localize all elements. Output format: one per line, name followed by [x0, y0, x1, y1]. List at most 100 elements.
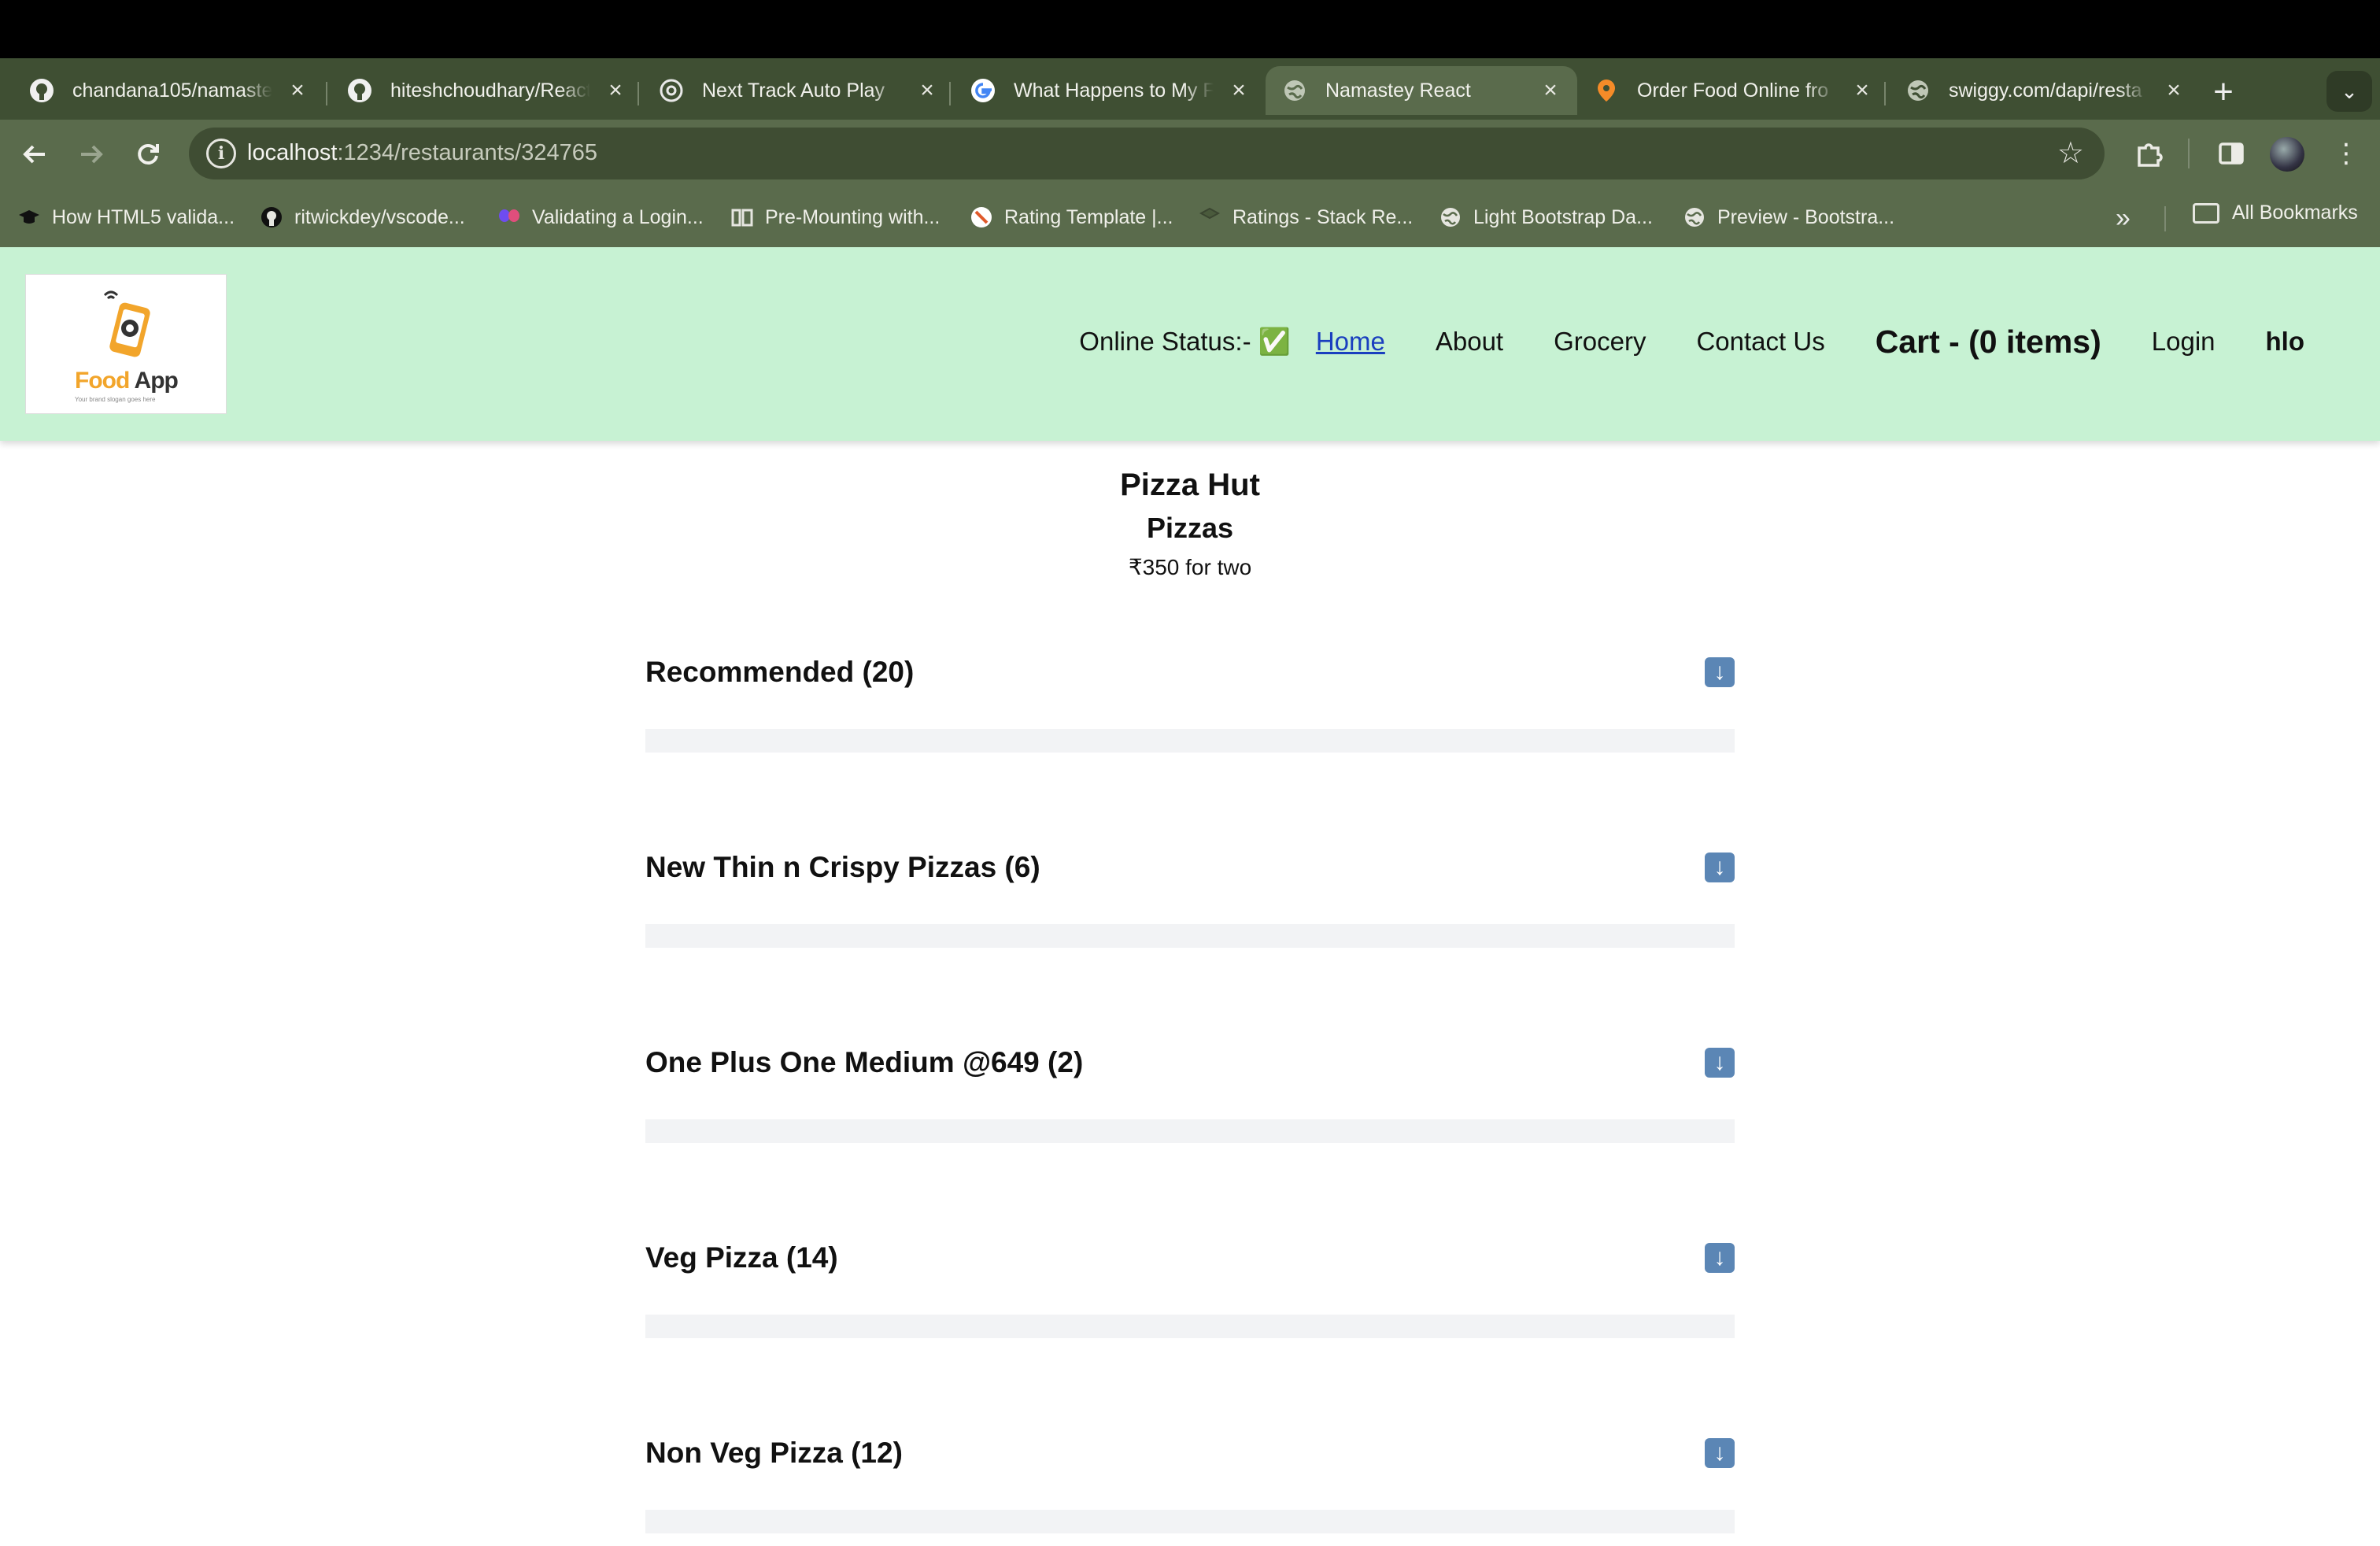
tab-what-happens[interactable]: What Happens to My F × [954, 66, 1266, 115]
url-host: localhost [247, 140, 338, 165]
nav-cart-link[interactable]: Cart - (0 items) [1876, 324, 2101, 361]
tab-swiggy-api[interactable]: swiggy.com/dapi/resta × [1889, 66, 2201, 115]
logo-tagline: Your brand slogan goes here [75, 396, 156, 403]
tab-title: swiggy.com/dapi/resta [1949, 79, 2142, 102]
bookmark-label: Preview - Bootstra... [1717, 205, 1895, 228]
address-bar[interactable]: i localhost:1234/restaurants/324765 ☆ [189, 128, 2105, 179]
toolbar-divider [2188, 139, 2190, 168]
globe-icon [1905, 77, 1931, 104]
tab-title: Order Food Online fro [1637, 79, 1829, 102]
browser-toolbar: i localhost:1234/restaurants/324765 ☆ ⋮ [0, 120, 2380, 187]
back-button[interactable] [16, 135, 54, 173]
github-icon [260, 205, 283, 229]
category-header[interactable]: New Thin n Crispy Pizzas (6) ↓ [645, 836, 1735, 899]
chevron-double-right-icon[interactable]: » [2116, 203, 2131, 234]
bookmark-item[interactable]: Ratings - Stack Re... [1198, 202, 1413, 233]
bookmark-label: Ratings - Stack Re... [1232, 205, 1414, 228]
stack-icon [1198, 205, 1221, 229]
arrow-down-icon[interactable]: ↓ [1705, 1243, 1735, 1273]
bookmark-label: Validating a Login... [532, 205, 704, 228]
arrow-down-icon[interactable]: ↓ [1705, 1438, 1735, 1468]
extensions-icon[interactable] [2130, 134, 2169, 173]
bookmark-item[interactable]: Rating Template |... [970, 202, 1173, 233]
close-icon[interactable]: × [2161, 77, 2186, 104]
bookmark-item[interactable]: ritwickdey/vscode... [260, 202, 465, 233]
site-info-icon[interactable]: i [206, 139, 236, 168]
logo[interactable]: Food App Your brand slogan goes here [25, 274, 227, 414]
bookmark-item[interactable]: Validating a Login... [497, 202, 704, 233]
url-path: :1234/restaurants/324765 [337, 140, 597, 165]
more-menu-icon[interactable]: ⋮ [2326, 134, 2366, 173]
arrow-down-icon[interactable]: ↓ [1705, 1048, 1735, 1078]
category-header[interactable]: Recommended (20) ↓ [645, 641, 1735, 704]
bookmark-label: How HTML5 valida... [52, 205, 235, 228]
close-icon[interactable]: × [1850, 77, 1875, 104]
category-title: Non Veg Pizza (12) [645, 1437, 903, 1469]
arrow-down-icon[interactable]: ↓ [1705, 657, 1735, 687]
logo-word-app: App [134, 368, 179, 394]
restaurant-cost: ₹350 for two [1128, 555, 1252, 579]
tab-next-track[interactable]: Next Track Auto Play × [642, 66, 954, 115]
tab-separator [1884, 82, 1886, 105]
category-title: One Plus One Medium @649 (2) [645, 1046, 1084, 1078]
user-name: hlo [2265, 327, 2304, 356]
restaurant-name: Pizza Hut [1120, 468, 1260, 502]
tab-namastey-react[interactable]: Namastey React × [1266, 66, 1577, 115]
category-header[interactable]: Veg Pizza (14) ↓ [645, 1226, 1735, 1289]
login-button[interactable]: Login [2152, 327, 2216, 357]
tab-strip: chandana105/namaste-react × hiteshchoudh… [0, 58, 2380, 120]
all-bookmarks-button[interactable]: All Bookmarks [2193, 202, 2358, 224]
bookmark-item[interactable]: How HTML5 valida... [17, 202, 235, 233]
new-tab-button[interactable]: + [2204, 72, 2243, 112]
nav-about-link[interactable]: About [1436, 327, 1503, 357]
globe-icon [1281, 77, 1308, 104]
category-accordion: Veg Pizza (14) ↓ [645, 1226, 1735, 1422]
nav-grocery-link[interactable]: Grocery [1554, 327, 1646, 357]
globe-icon [1439, 205, 1462, 229]
tab-separator [326, 82, 327, 105]
book-icon [730, 205, 754, 229]
side-panel-icon[interactable] [2212, 134, 2251, 173]
tab-search-button[interactable]: ⌄ [2326, 71, 2372, 112]
url-text[interactable]: localhost:1234/restaurants/324765 [247, 140, 597, 166]
profile-avatar[interactable] [2270, 137, 2304, 172]
close-icon[interactable]: × [915, 77, 940, 104]
browser-chrome: chandana105/namaste-react × hiteshchoudh… [0, 58, 2380, 247]
category-header[interactable]: Non Veg Pizza (12) ↓ [645, 1422, 1735, 1485]
bookmark-label: Pre-Mounting with... [765, 205, 941, 228]
category-header[interactable]: One Plus One Medium @649 (2) ↓ [645, 1031, 1735, 1094]
bookmark-item[interactable]: Preview - Bootstra... [1683, 202, 1894, 233]
tab-order-food[interactable]: Order Food Online fro × [1577, 66, 1889, 115]
tab-chandana105[interactable]: chandana105/namaste-react × [13, 66, 324, 115]
arrow-down-icon[interactable]: ↓ [1705, 853, 1735, 882]
category-accordion: Recommended (20) ↓ [645, 641, 1735, 836]
nav-contact-link[interactable]: Contact Us [1696, 327, 1824, 357]
tab-title: What Happens to My F [1014, 79, 1214, 102]
nav-home-link[interactable]: Home [1316, 327, 1385, 357]
tab-title: hiteshchoudhary/React [390, 79, 590, 102]
category-accordion: Non Veg Pizza (12) ↓ [645, 1422, 1735, 1546]
bookmark-item[interactable]: Pre-Mounting with... [730, 202, 940, 233]
folder-icon [2193, 202, 2219, 224]
close-icon[interactable]: × [1538, 77, 1563, 104]
online-status: Online Status:- ✅ [1079, 326, 1291, 356]
reload-button[interactable] [129, 135, 167, 173]
menu-categories: Recommended (20) ↓ New Thin n Crispy Piz… [645, 641, 1735, 1546]
bookmark-item[interactable]: Light Bootstrap Da... [1439, 202, 1653, 233]
bookmark-star-icon[interactable]: ☆ [2057, 135, 2084, 171]
all-bookmarks-label: All Bookmarks [2232, 202, 2358, 224]
tab-hiteshchoudhary[interactable]: hiteshchoudhary/React × [331, 66, 642, 115]
butterfly-icon [497, 205, 521, 229]
graduation-cap-icon [17, 205, 41, 229]
category-title: New Thin n Crispy Pizzas (6) [645, 851, 1040, 883]
logo-wordmark: Food App [75, 368, 179, 394]
category-divider [645, 924, 1735, 948]
close-icon[interactable]: × [285, 77, 310, 104]
category-divider [645, 1510, 1735, 1533]
tab-title: Namastey React [1325, 79, 1471, 102]
close-icon[interactable]: × [1226, 77, 1251, 104]
swiggy-icon [1593, 77, 1620, 104]
forward-button[interactable] [72, 135, 110, 173]
close-icon[interactable]: × [603, 77, 628, 104]
restaurant-cuisine: Pizzas [1146, 512, 1234, 544]
